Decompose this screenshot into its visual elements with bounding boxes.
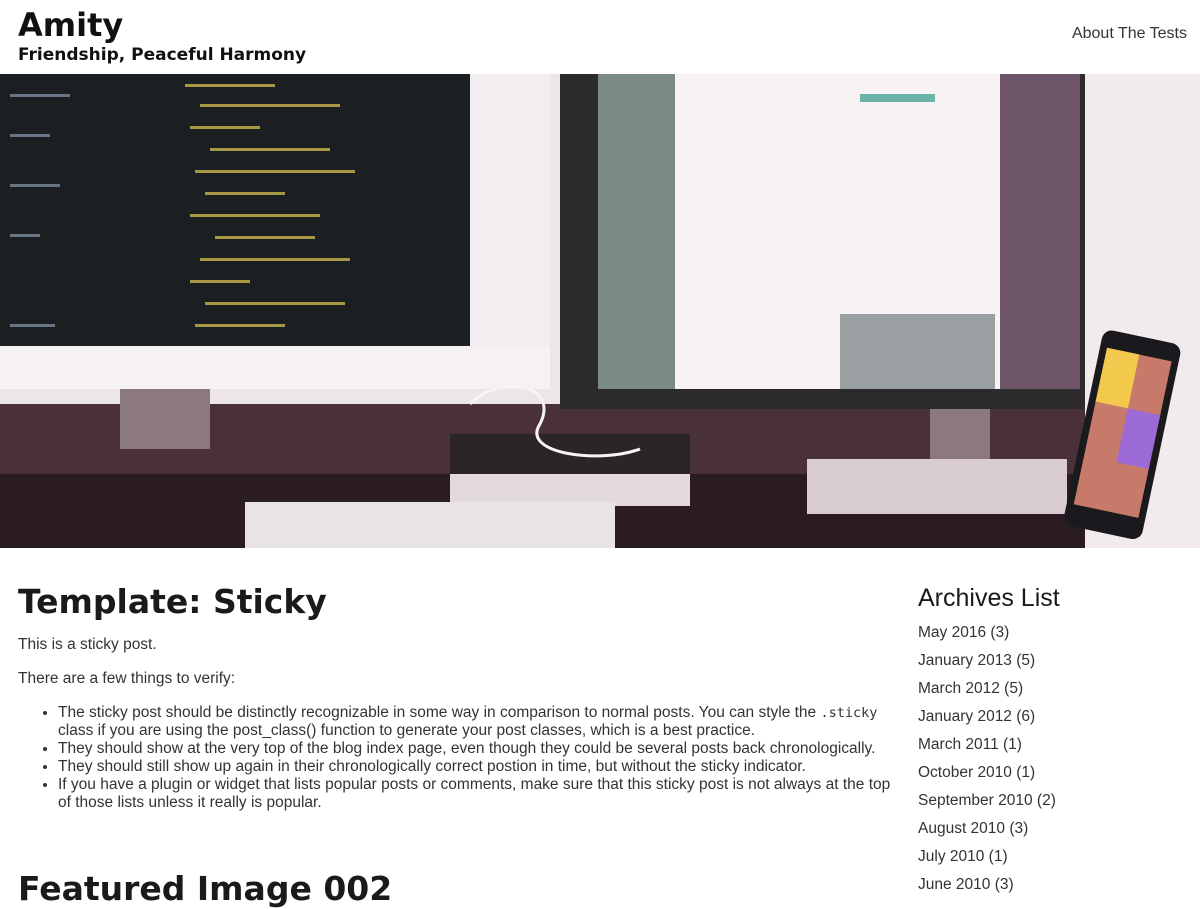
post-class-function: post_class()	[232, 722, 317, 739]
archive-link[interactable]: August 2010 (3)	[918, 820, 1028, 837]
list-item: The sticky post should be distinctly rec…	[58, 704, 893, 740]
post-lead: There are a few things to verify:	[18, 670, 236, 687]
archive-link[interactable]: March 2012 (5)	[918, 680, 1023, 697]
list-item: They should show at the very top of the …	[58, 740, 893, 758]
archive-link[interactable]: October 2010 (1)	[918, 764, 1035, 781]
list-item: They should still show up again in their…	[58, 758, 893, 776]
archive-link[interactable]: June 2010 (3)	[918, 876, 1014, 893]
archive-link[interactable]: May 2016 (3)	[918, 624, 1009, 641]
site-title[interactable]: Amity	[18, 4, 123, 46]
list-item: May 2016 (3)	[918, 619, 1188, 647]
archive-link[interactable]: July 2010 (1)	[918, 848, 1008, 865]
archives-list: May 2016 (3) January 2013 (5) March 2012…	[918, 619, 1188, 899]
sticky-class-code: .sticky	[820, 705, 878, 721]
list-item: July 2010 (1)	[918, 843, 1188, 871]
list-item: October 2010 (1)	[918, 759, 1188, 787]
archives-title: Archives List	[918, 584, 1060, 612]
post-title[interactable]: Template: Sticky	[18, 582, 893, 622]
post-checklist: The sticky post should be distinctly rec…	[18, 704, 893, 812]
archive-link[interactable]: January 2012 (6)	[918, 708, 1035, 725]
post-intro: This is a sticky post.	[18, 636, 157, 653]
archive-link[interactable]: January 2013 (5)	[918, 652, 1035, 669]
list-item: If you have a plugin or widget that list…	[58, 776, 893, 812]
list-item: March 2011 (1)	[918, 731, 1188, 759]
list-item: March 2012 (5)	[918, 675, 1188, 703]
list-item: September 2010 (2)	[918, 787, 1188, 815]
site-header: Amity Friendship, Peaceful Harmony About…	[0, 0, 1200, 74]
archive-link[interactable]: March 2011 (1)	[918, 736, 1022, 753]
nav-about-link[interactable]: About The Tests	[1072, 25, 1187, 43]
list-item: January 2012 (6)	[918, 703, 1188, 731]
main-content: Template: Sticky This is a sticky post. …	[18, 582, 893, 812]
archive-link[interactable]: September 2010 (2)	[918, 792, 1056, 809]
bullet-text: function to generate your post classes, …	[316, 722, 756, 739]
next-post-title[interactable]: Featured Image 002	[18, 869, 392, 909]
list-item: June 2010 (3)	[918, 871, 1188, 899]
bullet-text: The sticky post should be distinctly rec…	[58, 704, 821, 721]
hero-image	[0, 74, 1200, 548]
sidebar: Archives List May 2016 (3) January 2013 …	[918, 583, 1188, 899]
sticky-post: Template: Sticky This is a sticky post. …	[18, 582, 893, 812]
hero-photo	[0, 74, 1200, 548]
site-tagline: Friendship, Peaceful Harmony	[18, 45, 307, 65]
list-item: August 2010 (3)	[918, 815, 1188, 843]
list-item: January 2013 (5)	[918, 647, 1188, 675]
bullet-text: class if you are using the	[58, 722, 233, 739]
